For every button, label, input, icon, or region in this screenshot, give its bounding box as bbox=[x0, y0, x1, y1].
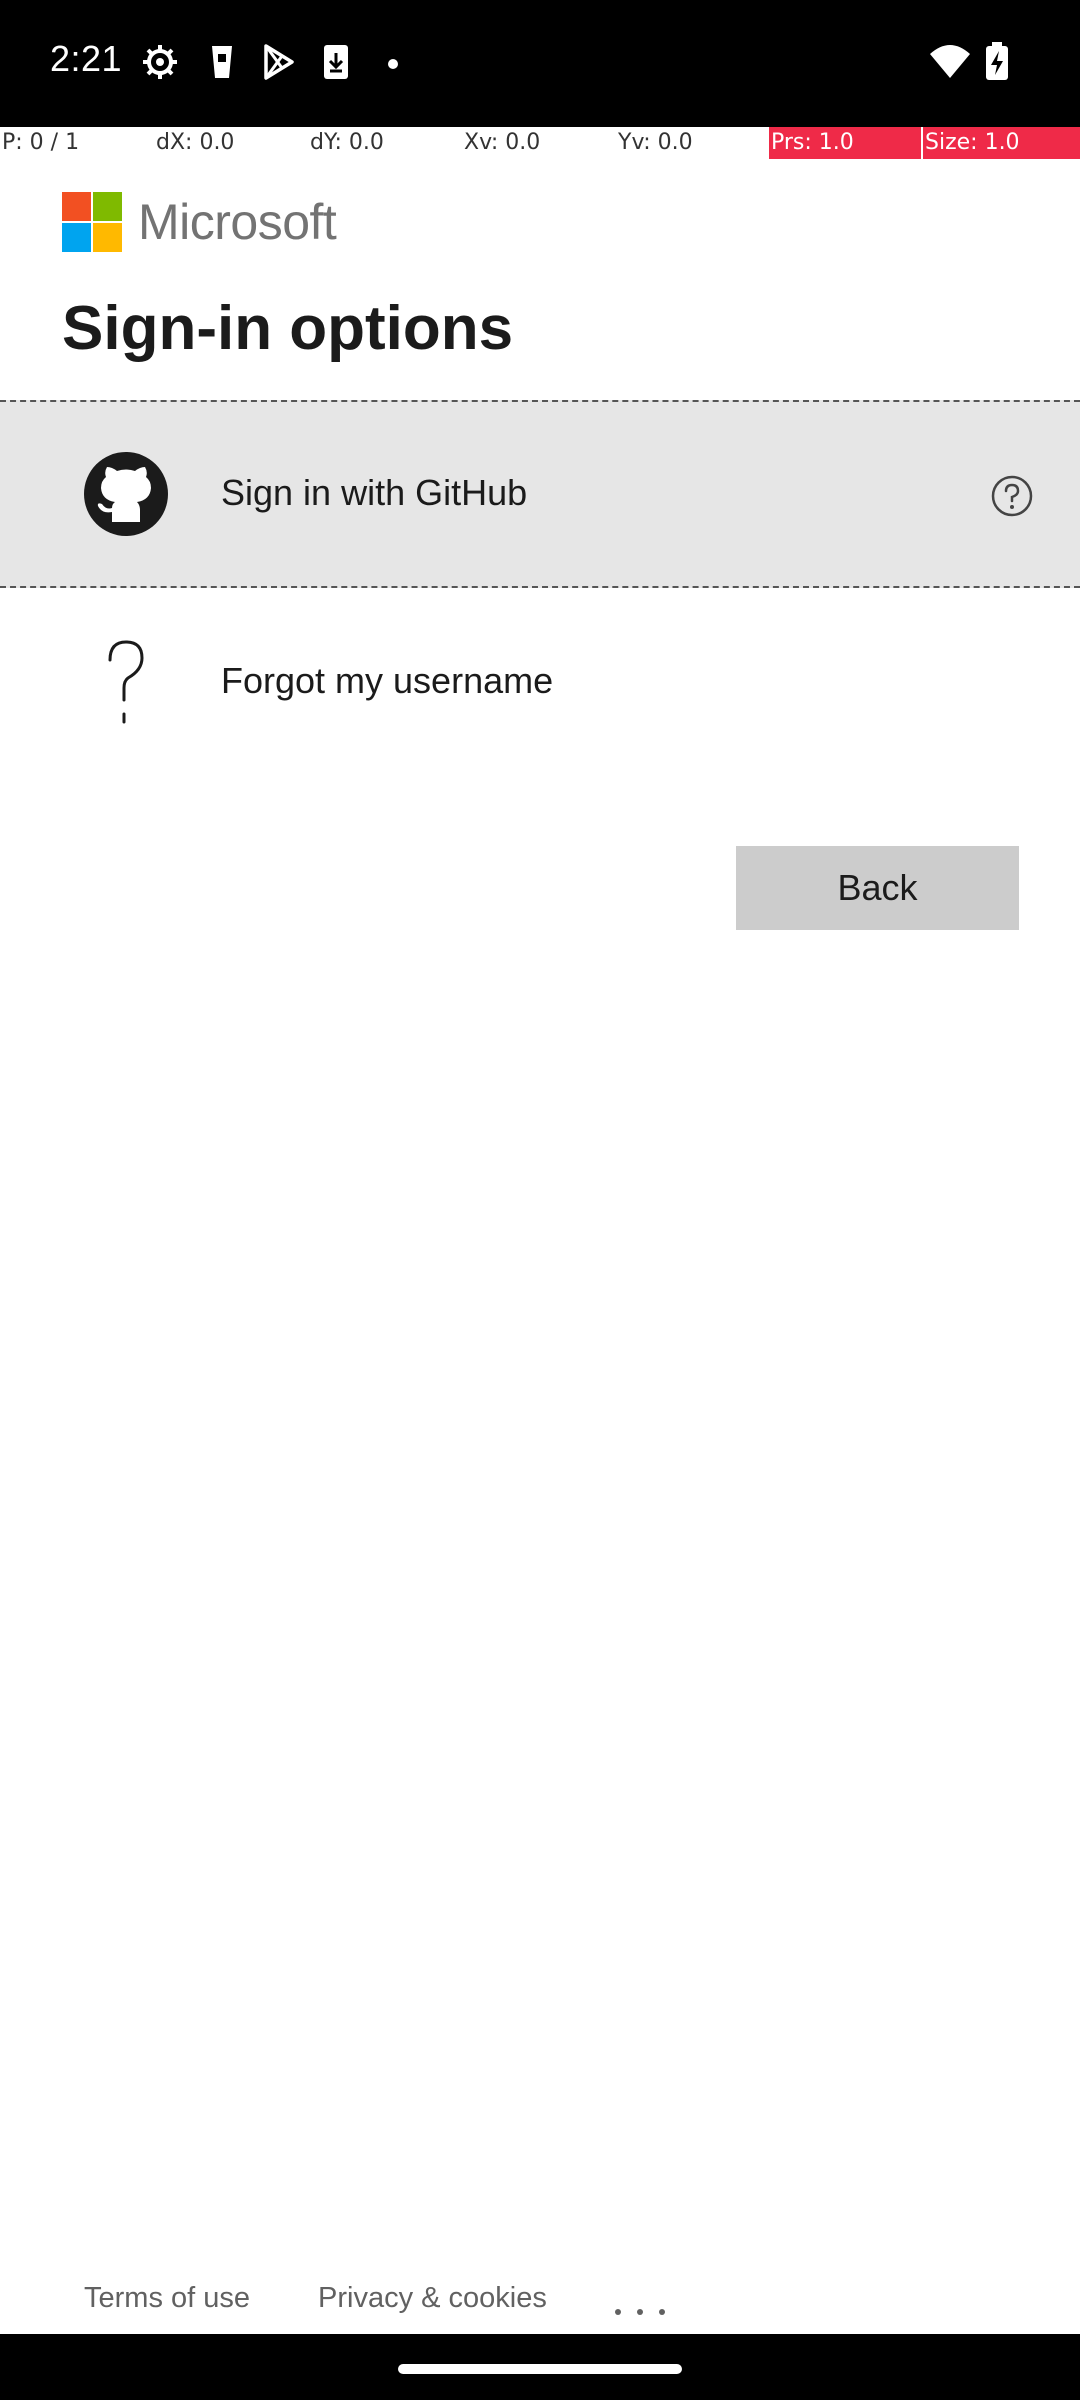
navigation-bar bbox=[0, 2334, 1080, 2400]
footer: Terms of use Privacy & cookies bbox=[0, 2270, 1080, 2334]
battery-charging-icon bbox=[984, 42, 1010, 82]
privacy-cookies-link[interactable]: Privacy & cookies bbox=[318, 2282, 547, 2315]
settings-gear-icon bbox=[140, 42, 180, 82]
dot-icon bbox=[380, 42, 406, 82]
home-gesture-handle[interactable] bbox=[398, 2364, 682, 2374]
delta-x: dX: 0.0 bbox=[156, 130, 235, 155]
delta-y: dY: 0.0 bbox=[310, 130, 384, 155]
pointer-location-bar: P: 0 / 1 dX: 0.0 dY: 0.0 Xv: 0.0 Yv: 0.0… bbox=[0, 127, 1080, 159]
pressure: Prs: 1.0 bbox=[769, 127, 921, 159]
play-store-icon bbox=[258, 42, 298, 82]
wifi-icon bbox=[928, 42, 972, 82]
sign-in-with-github-label: Sign in with GitHub bbox=[221, 472, 528, 513]
more-dots-icon[interactable] bbox=[612, 2280, 668, 2320]
github-icon bbox=[82, 450, 170, 538]
terms-of-use-link[interactable]: Terms of use bbox=[84, 2282, 250, 2315]
velocity-y: Yv: 0.0 bbox=[618, 130, 693, 155]
help-circle-icon[interactable] bbox=[990, 474, 1034, 518]
microsoft-logo: Microsoft bbox=[62, 192, 337, 252]
question-mark-icon bbox=[82, 638, 170, 726]
sign-in-with-github-option[interactable]: Sign in with GitHub bbox=[0, 400, 1080, 588]
microsoft-squares-icon bbox=[62, 192, 122, 252]
back-button[interactable]: Back bbox=[736, 846, 1019, 930]
logo-square-green bbox=[93, 192, 122, 221]
microsoft-wordmark: Microsoft bbox=[138, 194, 337, 250]
forgot-username-option[interactable]: Forgot my username bbox=[0, 590, 1080, 778]
logo-square-yellow bbox=[93, 223, 122, 252]
touch-size: Size: 1.0 bbox=[923, 127, 1080, 159]
logo-square-red bbox=[62, 192, 91, 221]
page-title: Sign-in options bbox=[62, 294, 514, 363]
status-time: 2:21 bbox=[50, 38, 123, 79]
logo-square-blue bbox=[62, 223, 91, 252]
cup-icon bbox=[202, 42, 242, 82]
status-bar: 2:21 bbox=[0, 0, 1080, 127]
forgot-username-label: Forgot my username bbox=[221, 660, 554, 701]
download-icon bbox=[316, 42, 356, 82]
velocity-x: Xv: 0.0 bbox=[464, 130, 541, 155]
pointer-count: P: 0 / 1 bbox=[2, 130, 80, 155]
